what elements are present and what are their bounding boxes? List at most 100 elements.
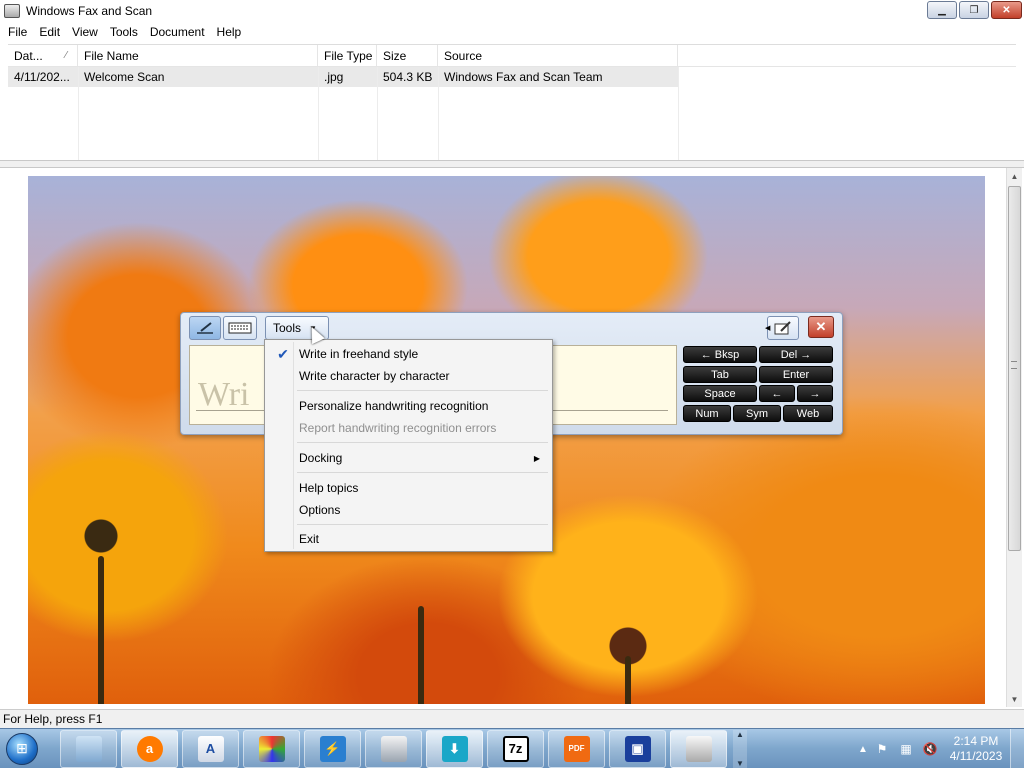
floppy-disk-icon: ▣	[624, 735, 651, 762]
key-num[interactable]: Num	[683, 405, 731, 422]
column-file-name[interactable]: File Name	[78, 45, 318, 66]
menu-item-freehand[interactable]: ✔ Write in freehand style	[267, 343, 550, 365]
action-center-flag-icon[interactable]: ⚑	[873, 740, 891, 758]
menu-edit[interactable]: Edit	[33, 25, 66, 39]
menu-item-label: Exit	[299, 532, 320, 546]
folder-icon	[75, 735, 102, 762]
network-icon[interactable]: ▦	[897, 740, 915, 758]
menu-item-report-errors: Report handwriting recognition errors	[267, 417, 550, 439]
restore-button[interactable]: ❐	[959, 1, 989, 19]
key-tab[interactable]: Tab	[683, 366, 757, 383]
fax-scan-app-icon	[4, 4, 20, 18]
status-text: For Help, press F1	[3, 712, 103, 726]
show-hidden-icons-icon[interactable]: ▲	[856, 744, 870, 755]
menu-item-options[interactable]: Options	[267, 499, 550, 521]
fax-icon	[685, 735, 712, 762]
chevron-left-icon: ◀	[765, 325, 771, 332]
taskbar-download-app[interactable]: ⬇	[426, 729, 483, 768]
input-panel-close-button[interactable]: ✕	[808, 316, 834, 338]
taskbar-pdf-app[interactable]: PDF	[548, 729, 605, 768]
menu-bar: File Edit View Tools Document Help	[0, 22, 1024, 41]
menu-view[interactable]: View	[66, 25, 104, 39]
column-date[interactable]: Dat... ⁄	[8, 45, 78, 66]
key-space[interactable]: Space	[683, 385, 757, 402]
menu-item-label: Help topics	[299, 481, 359, 495]
taskbar-avast[interactable]: a	[121, 729, 178, 768]
clock-date: 4/11/2023	[949, 749, 1003, 763]
taskbar-7zip[interactable]: 7z	[487, 729, 544, 768]
menu-item-label: Report handwriting recognition errors	[299, 421, 497, 435]
column-size[interactable]: Size	[377, 45, 438, 66]
system-tray: ▲ ⚑ ▦ 🔇 2:14 PM 4/11/2023	[856, 729, 1024, 768]
clock[interactable]: 2:14 PM 4/11/2023	[942, 734, 1010, 764]
show-desktop-button[interactable]	[1010, 729, 1024, 768]
taskbar-fax-and-scan[interactable]	[670, 729, 727, 768]
menu-item-label: Docking	[299, 451, 343, 465]
key-enter[interactable]: Enter	[759, 366, 833, 383]
avast-icon: a	[136, 735, 163, 762]
volume-muted-icon[interactable]: 🔇	[921, 740, 939, 758]
column-file-type[interactable]: File Type	[318, 45, 377, 66]
menu-file[interactable]: File	[2, 25, 33, 39]
taskbar-cube-app[interactable]	[243, 729, 300, 768]
dock-button[interactable]: ◀	[765, 316, 799, 340]
lightning-icon: ⚡	[319, 735, 346, 762]
clock-time: 2:14 PM	[953, 734, 999, 748]
writing-pad-button[interactable]	[189, 316, 221, 340]
submenu-arrow-icon: ▶	[533, 453, 540, 463]
key-web[interactable]: Web	[783, 405, 833, 422]
status-bar: For Help, press F1	[0, 709, 1024, 728]
note-edit-icon	[774, 321, 791, 335]
menu-item-docking[interactable]: Docking ▶	[267, 447, 550, 469]
key-sym[interactable]: Sym	[733, 405, 781, 422]
title-bar: Windows Fax and Scan ▁ ❐ ✕	[0, 0, 1024, 22]
scroll-grip-icon	[1011, 361, 1017, 369]
taskbar-windows-explorer[interactable]	[60, 729, 117, 768]
taskbar-scanner[interactable]	[365, 729, 422, 768]
cell-source: Windows Fax and Scan Team	[444, 70, 603, 84]
taskbar-save-app[interactable]: ▣	[609, 729, 666, 768]
key-bksp[interactable]: ← Bksp	[683, 346, 757, 363]
keyboard-icon	[228, 322, 252, 334]
minimize-button[interactable]: ▁	[927, 1, 957, 19]
menu-item-label: Options	[299, 503, 341, 517]
taskbar-lightning-app[interactable]: ⚡	[304, 729, 361, 768]
menu-item-label: Write character by character	[299, 369, 450, 383]
key-del[interactable]: Del →	[759, 346, 833, 363]
taskbar-word-document[interactable]: A	[182, 729, 239, 768]
menu-item-character[interactable]: Write character by character	[267, 365, 550, 387]
menu-separator	[297, 390, 548, 391]
taskbar-scroll-up-icon: ▲	[736, 729, 744, 739]
taskbar: ⊞ a A ⚡ ⬇ 7z PDF ▣ ▲ ▼ ▲ ⚑ ▦ 🔇 2:14 PM 4…	[0, 728, 1024, 768]
input-panel-keys: ← Bksp Del → Tab Enter Space ← → Num Sym…	[683, 346, 835, 424]
close-button[interactable]: ✕	[991, 1, 1022, 19]
tools-button-label: Tools	[273, 321, 302, 335]
menu-tools[interactable]: Tools	[104, 25, 144, 39]
table-row[interactable]: 4/11/202... Welcome Scan .jpg 504.3 KB W…	[8, 67, 678, 87]
pdf-icon: PDF	[563, 735, 590, 762]
start-button[interactable]: ⊞	[0, 729, 44, 768]
window-controls: ▁ ❐ ✕	[927, 1, 1022, 19]
column-source[interactable]: Source	[438, 45, 678, 66]
tools-dropdown-menu: ✔ Write in freehand style Write characte…	[264, 339, 553, 552]
menu-item-exit[interactable]: Exit	[267, 528, 550, 550]
scroll-down-arrow-icon[interactable]: ▼	[1007, 691, 1022, 707]
pane-splitter[interactable]	[0, 160, 1024, 168]
keyboard-button[interactable]	[223, 316, 257, 340]
taskbar-scroll-down-icon: ▼	[736, 758, 744, 768]
menu-item-label: Personalize handwriting recognition	[299, 399, 489, 413]
window-title: Windows Fax and Scan	[26, 4, 153, 18]
scroll-up-arrow-icon[interactable]: ▲	[1007, 168, 1022, 184]
menu-separator	[297, 442, 548, 443]
menu-document[interactable]: Document	[144, 25, 211, 39]
column-date-label: Dat...	[14, 48, 43, 63]
key-left-arrow[interactable]: ←	[759, 385, 795, 402]
menu-item-personalize[interactable]: Personalize handwriting recognition	[267, 395, 550, 417]
menu-item-help-topics[interactable]: Help topics	[267, 477, 550, 499]
download-icon: ⬇	[441, 735, 468, 762]
menu-help[interactable]: Help	[211, 25, 248, 39]
taskbar-scroller[interactable]: ▲ ▼	[733, 729, 747, 768]
vertical-scrollbar[interactable]: ▲ ▼	[1006, 168, 1022, 707]
key-right-arrow[interactable]: →	[797, 385, 833, 402]
menu-item-label: Write in freehand style	[299, 347, 419, 361]
